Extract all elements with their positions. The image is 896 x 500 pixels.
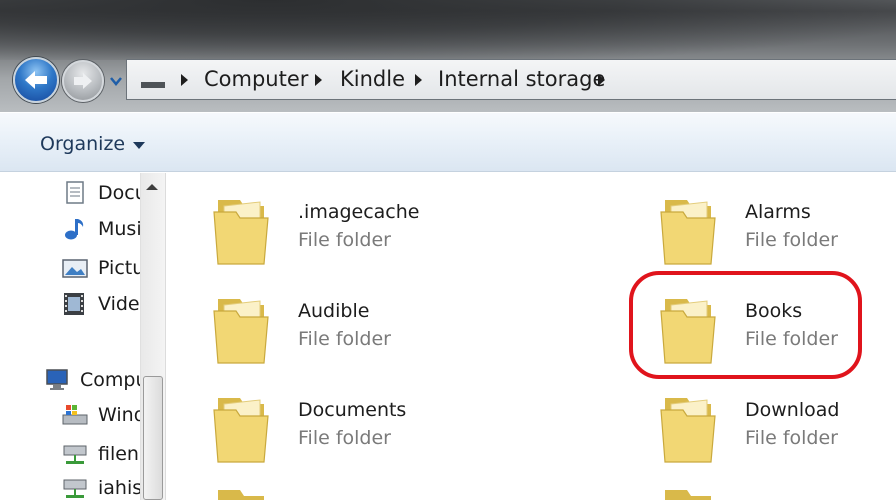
- nav-item-network-drive[interactable]: filen: [62, 440, 142, 470]
- back-button[interactable]: [13, 57, 59, 103]
- nav-item-computer[interactable]: Computer: [44, 366, 142, 396]
- folder-item[interactable]: Audible File folder: [210, 293, 510, 373]
- folder-name: Documents: [298, 399, 407, 421]
- organize-button[interactable]: Organize: [40, 132, 125, 156]
- nav-item-label: Pictures: [98, 257, 142, 279]
- breadcrumb-separator-icon[interactable]: [181, 74, 188, 86]
- nav-item-label: Windows: [98, 404, 142, 426]
- breadcrumb-separator-icon[interactable]: [415, 74, 422, 86]
- nav-item-videos[interactable]: Videos: [62, 290, 142, 320]
- forward-button[interactable]: [62, 60, 104, 102]
- scrollbar-thumb[interactable]: [143, 376, 163, 500]
- folder-name: Alarms: [745, 201, 811, 223]
- drive-icon: [62, 405, 88, 425]
- folder-icon: [213, 299, 269, 364]
- highlight-circle: [629, 271, 862, 379]
- folder-type: File folder: [298, 427, 391, 449]
- video-icon: [64, 293, 84, 315]
- arrow-left-icon: [25, 71, 47, 89]
- nav-item-network-drive[interactable]: iahis: [62, 474, 142, 500]
- nav-item-windows-drive[interactable]: Windows: [62, 401, 142, 431]
- nav-item-label: Documents: [98, 182, 142, 204]
- nav-item-documents[interactable]: Documents: [62, 179, 142, 209]
- network-drive-icon: [63, 445, 87, 464]
- nav-item-pictures[interactable]: Pictures: [62, 254, 142, 284]
- folder-icon: [213, 398, 269, 463]
- chevron-down-icon: [110, 77, 122, 86]
- folder-name: Audible: [298, 300, 370, 322]
- folder-type: File folder: [298, 229, 391, 251]
- music-icon: [65, 219, 84, 240]
- network-drive-icon: [63, 479, 87, 498]
- breadcrumb-internal-storage[interactable]: Internal storage: [438, 66, 605, 92]
- computer-icon: [46, 369, 68, 390]
- nav-item-label: iahis: [98, 477, 142, 499]
- nav-item-label: Videos: [98, 293, 142, 315]
- folder-icon: [665, 490, 711, 500]
- folder-type: File folder: [745, 427, 838, 449]
- breadcrumb-kindle[interactable]: Kindle: [340, 66, 405, 92]
- folder-item[interactable]: Download File folder: [657, 392, 887, 472]
- folder-icon: [213, 200, 269, 265]
- breadcrumb-computer[interactable]: Computer: [204, 66, 308, 92]
- nav-item-label: Computer: [80, 369, 142, 391]
- document-icon: [66, 181, 84, 204]
- folder-icon: [660, 200, 716, 265]
- nav-item-label: filen: [98, 443, 139, 465]
- folder-type: File folder: [298, 328, 391, 350]
- breadcrumb-separator-icon[interactable]: [598, 74, 605, 86]
- arrow-right-icon: [74, 73, 92, 89]
- caret-down-icon[interactable]: [133, 142, 145, 149]
- breadcrumb-separator-icon[interactable]: [315, 74, 322, 86]
- nav-item-label: Music: [98, 218, 142, 240]
- folder-icon: [218, 490, 264, 500]
- folder-icon: [660, 398, 716, 463]
- folder-item[interactable]: Alarms File folder: [657, 194, 887, 274]
- folder-item[interactable]: .imagecache File folder: [210, 194, 510, 274]
- drive-icon: [141, 82, 165, 88]
- folder-name: .imagecache: [298, 201, 420, 223]
- folder-item[interactable]: Documents File folder: [210, 392, 510, 472]
- folder-name: Download: [745, 399, 840, 421]
- title-bar-shade: [0, 0, 896, 60]
- scroll-up-icon[interactable]: [146, 184, 158, 190]
- nav-item-music[interactable]: Music: [62, 215, 142, 245]
- picture-icon: [62, 259, 88, 278]
- folder-type: File folder: [745, 229, 838, 251]
- recent-pages-button[interactable]: [108, 73, 124, 89]
